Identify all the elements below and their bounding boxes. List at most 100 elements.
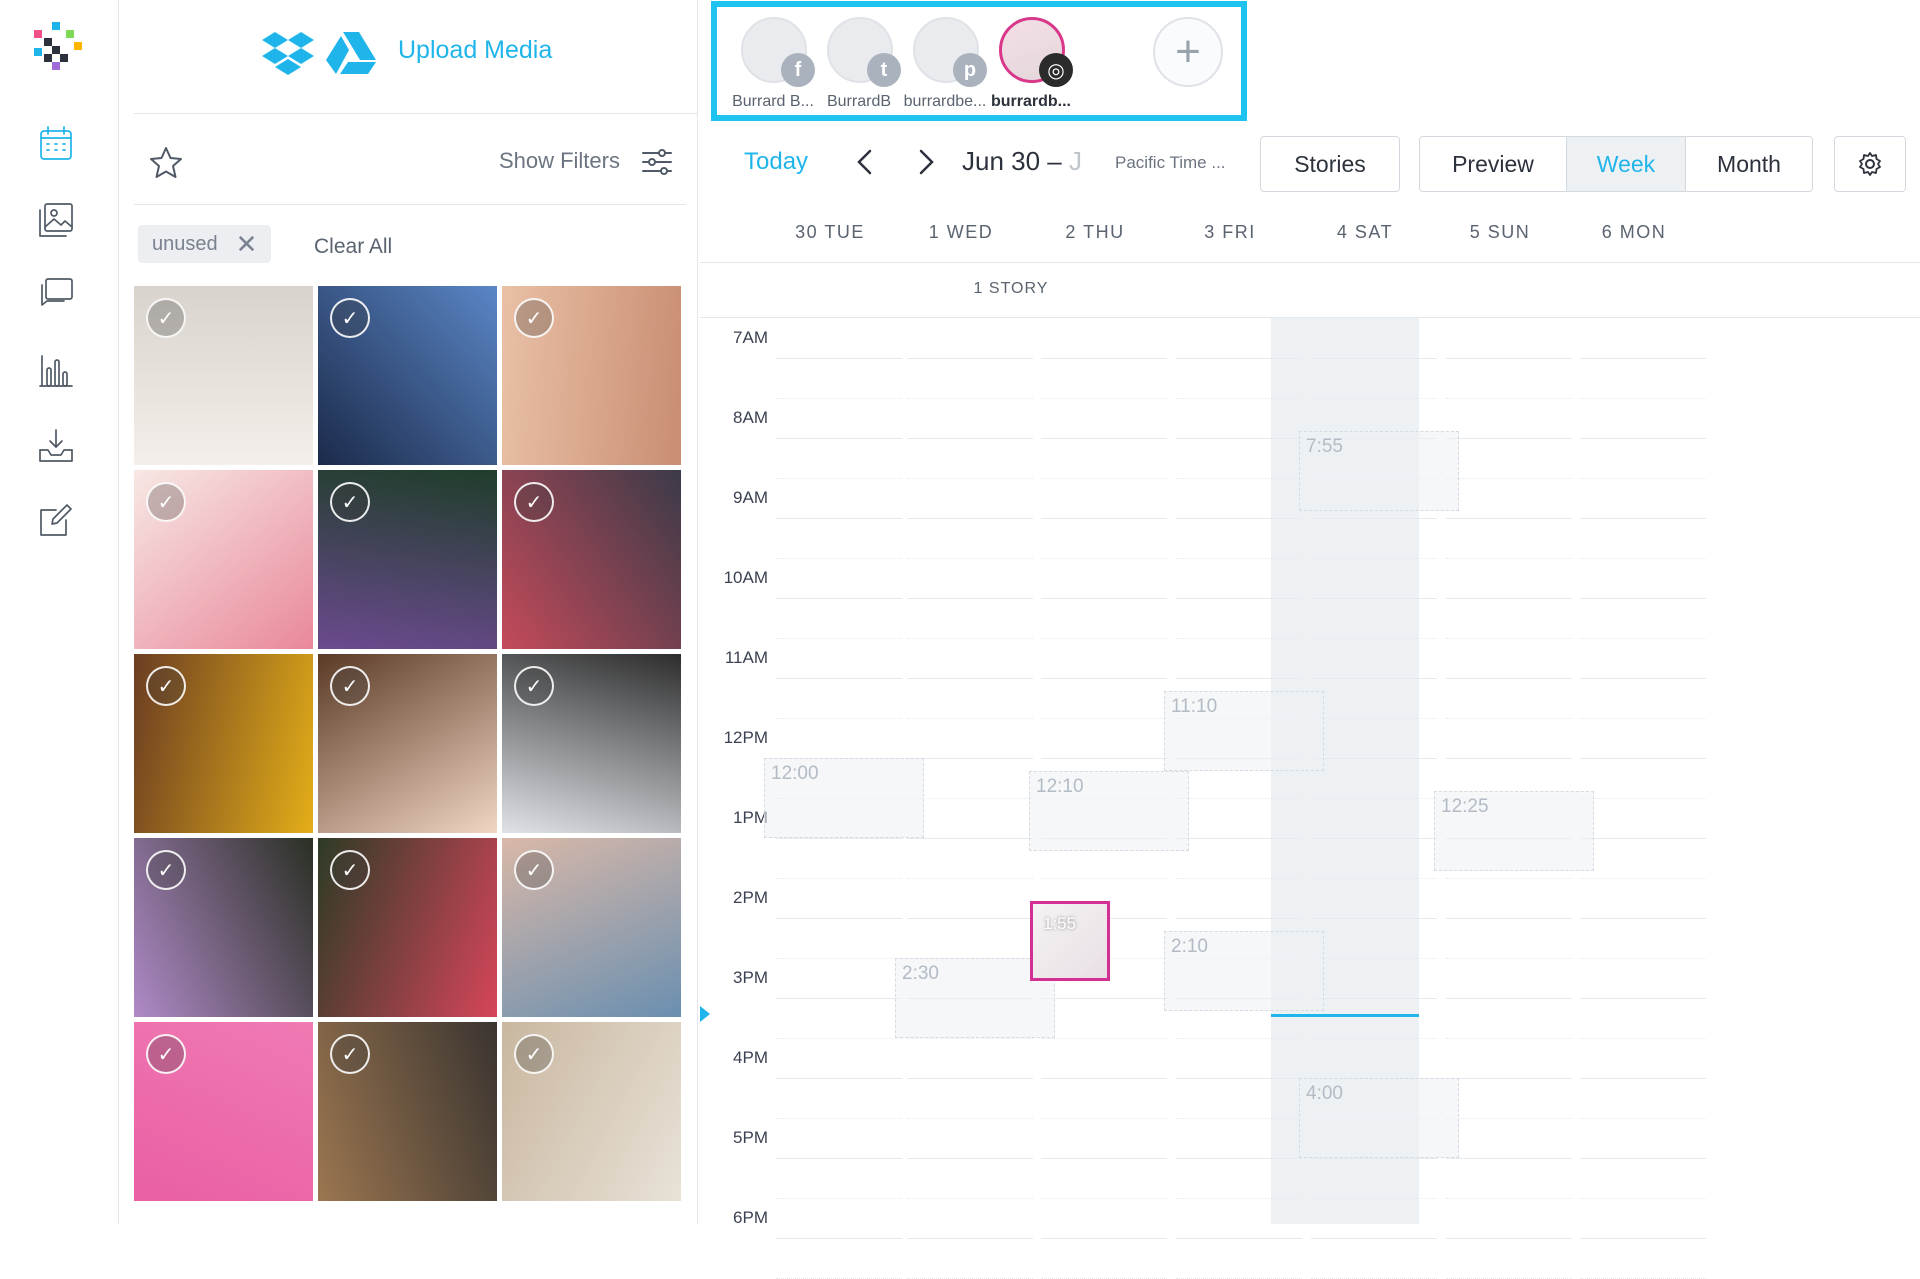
select-check-icon[interactable]: ✓ [514, 850, 554, 890]
time-gridline [1311, 758, 1437, 759]
time-slot[interactable]: 12:25 [1434, 791, 1594, 872]
settings-button[interactable] [1834, 136, 1906, 192]
time-gridline [1446, 1238, 1572, 1239]
hour-label: 11AM [724, 648, 768, 667]
select-check-icon[interactable]: ✓ [330, 1034, 370, 1074]
select-check-icon[interactable]: ✓ [146, 482, 186, 522]
preview-tab[interactable]: Preview [1420, 137, 1567, 191]
media-thumbnail-streetlight-sky[interactable]: ✓ [318, 286, 497, 465]
media-thumbnail-white-rose-jar[interactable]: ✓ [134, 286, 313, 465]
clear-all-button[interactable]: Clear All [314, 235, 392, 259]
select-check-icon[interactable]: ✓ [146, 850, 186, 890]
remove-filter-icon[interactable]: ✕ [236, 231, 258, 257]
add-account-button[interactable]: + [1153, 17, 1223, 87]
media-thumbnail-pink-makeup-brushes[interactable]: ✓ [134, 1022, 313, 1201]
time-gridline [907, 878, 1033, 879]
time-slot[interactable]: 12:00 [764, 758, 924, 838]
media-thumbnail-purple-flowers[interactable]: ✓ [318, 470, 497, 649]
time-gridline [776, 718, 902, 719]
chevron-left-icon[interactable] [848, 144, 884, 180]
stories-button[interactable]: Stories [1260, 136, 1400, 192]
story-count-badge[interactable]: 1 STORY [936, 280, 1086, 298]
select-check-icon[interactable]: ✓ [330, 482, 370, 522]
nav-conversations[interactable] [34, 272, 78, 316]
nav-calendar[interactable] [34, 122, 78, 166]
select-check-icon[interactable]: ✓ [330, 666, 370, 706]
week-tab[interactable]: Week [1567, 137, 1686, 191]
day-header[interactable]: 1 WED [886, 222, 1036, 243]
timezone-selector[interactable]: Pacific Time ... [1115, 153, 1226, 173]
day-header[interactable]: 4 SAT [1290, 222, 1440, 243]
time-gridline [1446, 638, 1572, 639]
hour-label: 6PM [733, 1208, 768, 1227]
nav-analytics[interactable] [34, 348, 78, 392]
time-gridline [907, 918, 1033, 919]
day-header[interactable]: 6 MON [1559, 222, 1709, 243]
time-gridline [1446, 598, 1572, 599]
show-filters-button[interactable]: Show Filters [499, 148, 620, 174]
time-gridline [1041, 998, 1167, 999]
filter-sliders-icon[interactable] [640, 145, 674, 179]
media-thumbnail-curly-hair-portrait[interactable]: ✓ [318, 654, 497, 833]
time-gridline [1446, 1198, 1572, 1199]
time-gridline [1446, 1118, 1572, 1119]
select-check-icon[interactable]: ✓ [514, 298, 554, 338]
select-check-icon[interactable]: ✓ [330, 298, 370, 338]
media-thumbnail-yellow-top-hands[interactable]: ✓ [134, 654, 313, 833]
app-logo[interactable] [26, 20, 86, 74]
select-check-icon[interactable]: ✓ [514, 666, 554, 706]
star-icon[interactable] [148, 145, 184, 181]
nav-inbox[interactable] [34, 424, 78, 468]
day-header[interactable]: 3 FRI [1155, 222, 1305, 243]
time-slot[interactable]: 7:55 [1299, 431, 1459, 512]
month-tab[interactable]: Month [1686, 137, 1812, 191]
post-time: 1:55 [1043, 914, 1077, 934]
media-thumbnail-purple-sky-palms[interactable]: ✓ [134, 838, 313, 1017]
time-gridline [907, 798, 1033, 799]
current-time-line [1271, 1014, 1419, 1017]
time-gridline [1176, 798, 1302, 799]
time-gridline [1446, 518, 1572, 519]
time-gridline [1580, 558, 1706, 559]
time-slot[interactable]: 11:10 [1164, 691, 1324, 772]
time-gridline [1580, 758, 1706, 759]
upload-media-link[interactable]: Upload Media [398, 36, 552, 65]
plus-icon: + [1175, 27, 1201, 76]
time-gridline [1580, 958, 1706, 959]
select-check-icon[interactable]: ✓ [514, 482, 554, 522]
scheduled-post[interactable]: 1:55 [1030, 901, 1110, 982]
time-gridline [1580, 598, 1706, 599]
time-slot[interactable]: 12:10 [1029, 771, 1189, 852]
media-thumbnail-eye-closeup[interactable]: ✓ [502, 286, 681, 465]
select-check-icon[interactable]: ✓ [514, 1034, 554, 1074]
dropbox-icon[interactable] [262, 30, 314, 76]
time-gridline [907, 718, 1033, 719]
chevron-right-icon[interactable] [907, 144, 943, 180]
time-gridline [1176, 918, 1302, 919]
day-header[interactable]: 30 TUE [755, 222, 905, 243]
time-gridline [1580, 878, 1706, 879]
day-header[interactable]: 2 THU [1020, 222, 1170, 243]
select-check-icon[interactable]: ✓ [146, 298, 186, 338]
time-slot[interactable]: 2:10 [1164, 931, 1324, 1012]
media-thumbnail-pink-roses[interactable]: ✓ [134, 470, 313, 649]
media-thumbnail-powder-compacts[interactable]: ✓ [502, 1022, 681, 1201]
time-slot[interactable]: 4:00 [1299, 1078, 1459, 1158]
media-thumbnail-mural-woman[interactable]: ✓ [502, 838, 681, 1017]
account-instagram[interactable]: ◎ burrardb... [979, 13, 1079, 113]
select-check-icon[interactable]: ✓ [146, 1034, 186, 1074]
select-check-icon[interactable]: ✓ [146, 666, 186, 706]
media-thumbnail-ladder-door[interactable]: ✓ [502, 654, 681, 833]
time-gridline [1176, 1078, 1302, 1079]
nav-compose[interactable] [34, 498, 78, 542]
nav-media-library[interactable] [34, 198, 78, 242]
media-thumbnail-brushes-cup[interactable]: ✓ [318, 1022, 497, 1201]
media-thumbnail-flower-field-bouquet[interactable]: ✓ [318, 838, 497, 1017]
media-thumbnail-protest-signs[interactable]: ✓ [502, 470, 681, 649]
today-button[interactable]: Today [744, 148, 808, 176]
hour-label: 2PM [733, 888, 768, 907]
select-check-icon[interactable]: ✓ [330, 850, 370, 890]
day-header[interactable]: 5 SUN [1425, 222, 1575, 243]
google-drive-icon[interactable] [326, 30, 376, 76]
time-gridline [907, 598, 1033, 599]
